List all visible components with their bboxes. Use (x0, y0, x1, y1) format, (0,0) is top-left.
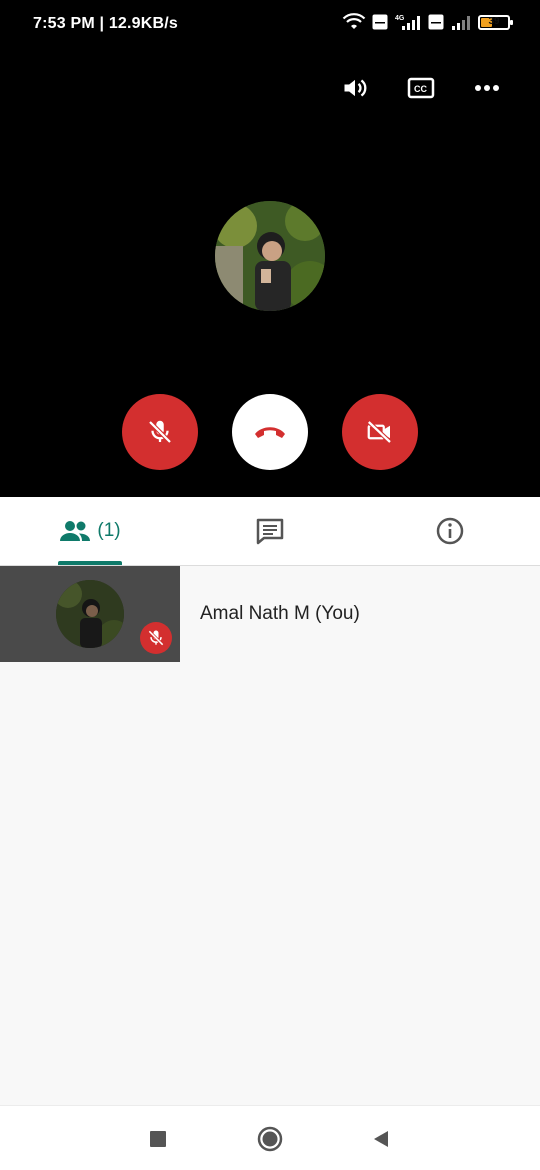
call-controls (0, 394, 540, 470)
video-toggle-button[interactable] (342, 394, 418, 470)
end-call-button[interactable] (232, 394, 308, 470)
video-off-icon (367, 420, 392, 444)
recents-square-icon (150, 1131, 166, 1147)
svg-text:4G: 4G (395, 15, 405, 22)
status-time: 7:53 PM | 12.9KB/s (33, 15, 179, 32)
speaker-icon (344, 79, 367, 97)
volte-icon (372, 14, 388, 30)
participant-name: Amal Nath M (You) (200, 603, 360, 624)
battery-icon: 39 (478, 14, 513, 30)
info-icon (436, 517, 464, 545)
volte-icon-2 (428, 14, 444, 30)
captions-button[interactable]: CC (388, 70, 454, 106)
call-video-area: 7:53 PM | 12.9KB/s 4G 39 CC (0, 0, 540, 497)
call-top-actions: CC (322, 70, 520, 106)
participants-count: (1) (97, 520, 121, 541)
status-icons: 4G 39 (342, 13, 513, 31)
tab-info[interactable] (360, 497, 540, 565)
back-triangle-icon (374, 1131, 388, 1147)
closed-captions-icon: CC (407, 77, 435, 99)
list-item[interactable]: Amal Nath M (You) (0, 566, 540, 662)
back-button[interactable] (366, 1124, 396, 1154)
participant-muted-badge (140, 622, 172, 654)
home-circle-icon (257, 1126, 283, 1152)
caller-photo (215, 201, 325, 311)
more-options-button[interactable] (454, 70, 520, 106)
speaker-button[interactable] (322, 70, 388, 106)
participant-tile (0, 566, 180, 662)
signal-icon (452, 16, 470, 30)
tab-chat[interactable] (180, 497, 360, 565)
end-call-icon (255, 427, 285, 438)
home-button[interactable] (255, 1124, 285, 1154)
tab-participants[interactable]: (1) (0, 497, 180, 565)
caller-avatar (215, 201, 325, 311)
chat-icon (256, 518, 284, 545)
recents-button[interactable] (143, 1124, 173, 1154)
svg-text:CC: CC (414, 84, 427, 94)
mic-off-icon (148, 420, 172, 444)
wifi-icon (342, 13, 366, 29)
video-call-screen: 7:53 PM | 12.9KB/s 4G 39 CC (1) Amal Nat… (0, 0, 540, 1170)
more-options-icon (475, 85, 499, 91)
mic-off-icon (148, 630, 164, 646)
tab-active-indicator (58, 561, 122, 565)
battery-level: 39 (488, 15, 500, 27)
participant-photo (56, 580, 124, 648)
participants-list: Amal Nath M (You) (0, 566, 540, 1105)
system-nav-bar (0, 1105, 540, 1170)
participant-avatar (56, 580, 124, 648)
call-tabs: (1) (0, 497, 540, 566)
status-bar: 7:53 PM | 12.9KB/s 4G 39 (0, 0, 540, 50)
signal-4g-icon: 4G (395, 15, 420, 30)
mute-button[interactable] (122, 394, 198, 470)
people-icon (60, 521, 91, 541)
